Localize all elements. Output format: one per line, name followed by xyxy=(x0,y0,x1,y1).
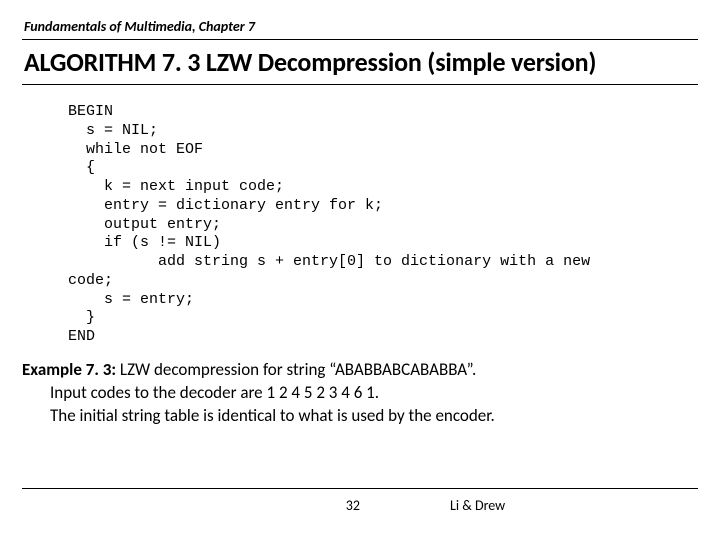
example-line3: The initial string table is identical to… xyxy=(22,405,698,428)
footer: 32 Li & Drew xyxy=(22,488,698,514)
example-lead: Example 7. 3: xyxy=(22,359,116,380)
page-number: 32 xyxy=(22,497,380,514)
algorithm-title: ALGORITHM 7. 3 LZW Decompression (simple… xyxy=(22,40,698,85)
example-line2: Input codes to the decoder are 1 2 4 5 2… xyxy=(22,382,698,405)
chapter-header: Fundamentals of Multimedia, Chapter 7 xyxy=(22,18,698,40)
authors: Li & Drew xyxy=(380,497,720,514)
example-block: Example 7. 3: LZW decompression for stri… xyxy=(22,359,698,428)
algorithm-code: BEGIN s = NIL; while not EOF { k = next … xyxy=(68,103,698,347)
example-line1-rest: LZW decompression for string “ABABBABCAB… xyxy=(116,359,476,380)
slide: Fundamentals of Multimedia, Chapter 7 AL… xyxy=(0,0,720,540)
